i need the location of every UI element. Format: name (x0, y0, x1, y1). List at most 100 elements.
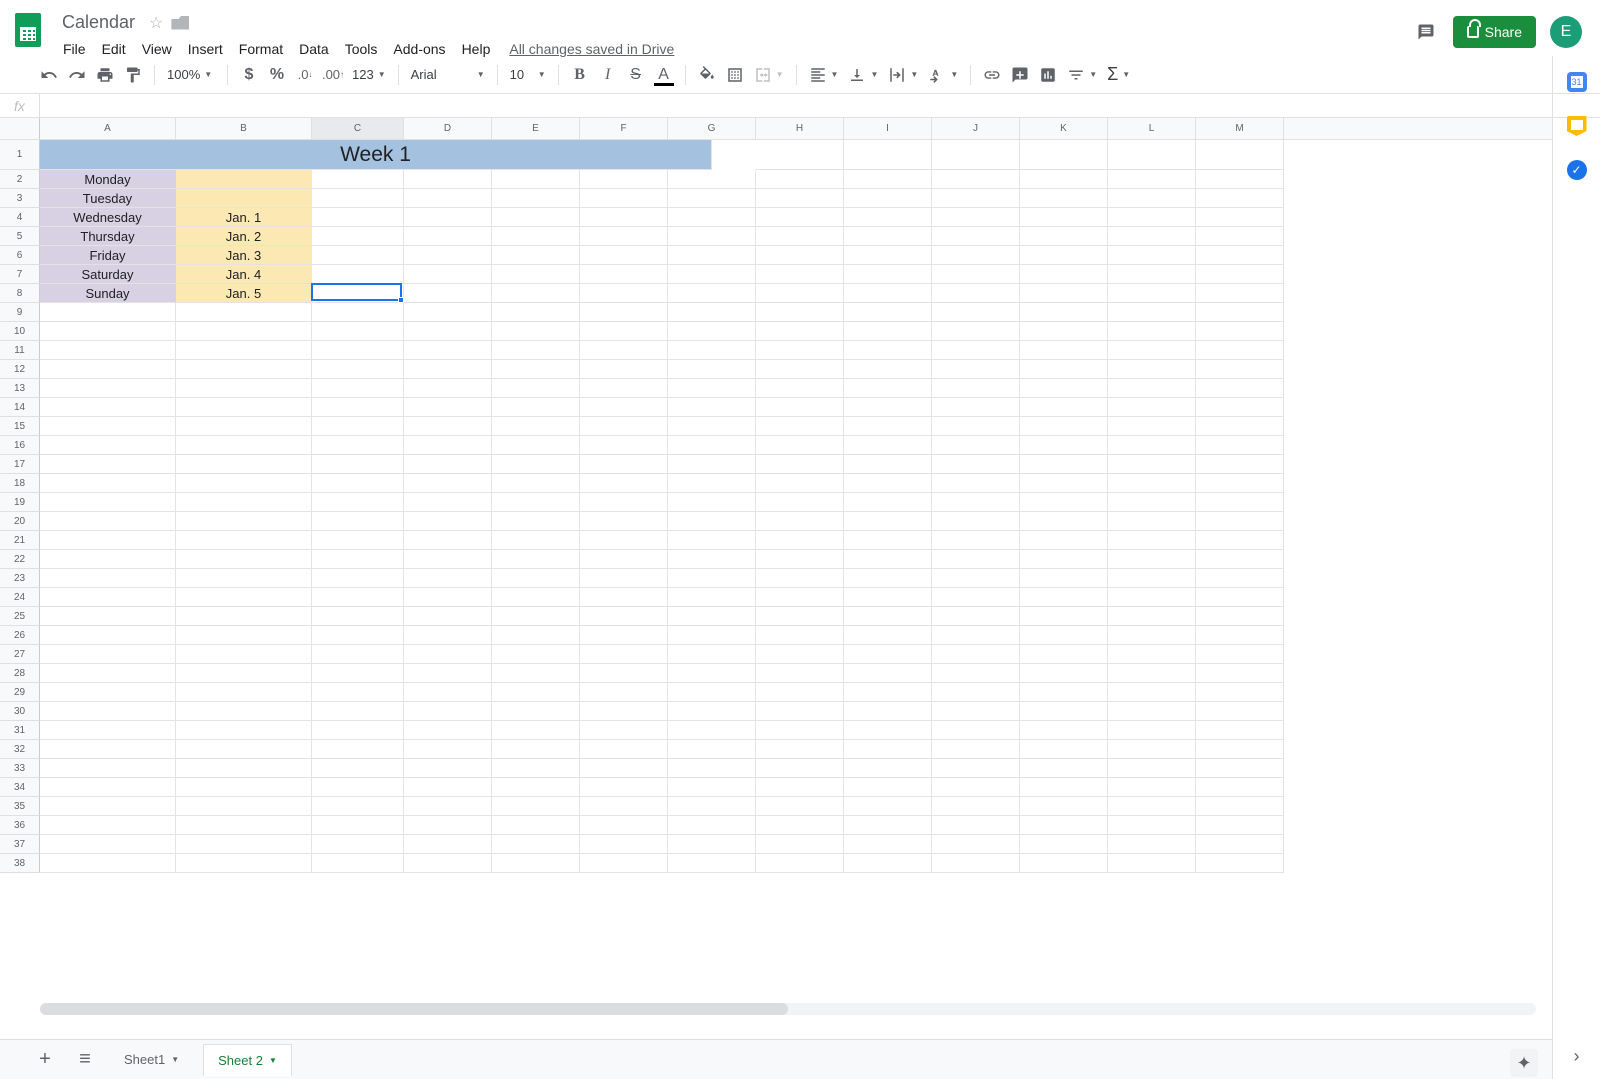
cell-J32[interactable] (932, 740, 1020, 759)
cell-A21[interactable] (40, 531, 176, 550)
text-wrap-button[interactable]: ▼ (884, 66, 922, 84)
cell-D37[interactable] (404, 835, 492, 854)
cell-A18[interactable] (40, 474, 176, 493)
cell-J8[interactable] (932, 284, 1020, 303)
cell-C36[interactable] (312, 816, 404, 835)
cell-C23[interactable] (312, 569, 404, 588)
cell-B11[interactable] (176, 341, 312, 360)
cell-G26[interactable] (668, 626, 756, 645)
cell-H21[interactable] (756, 531, 844, 550)
cell-A17[interactable] (40, 455, 176, 474)
menu-format[interactable]: Format (232, 37, 290, 61)
cell-D28[interactable] (404, 664, 492, 683)
cell-L12[interactable] (1108, 360, 1196, 379)
cell-B12[interactable] (176, 360, 312, 379)
cell-K27[interactable] (1020, 645, 1108, 664)
cell-G6[interactable] (668, 246, 756, 265)
cell-D17[interactable] (404, 455, 492, 474)
row-header-5[interactable]: 5 (0, 227, 40, 246)
cell-E25[interactable] (492, 607, 580, 626)
cell-B36[interactable] (176, 816, 312, 835)
cell-E22[interactable] (492, 550, 580, 569)
strikethrough-button[interactable]: S (623, 62, 649, 88)
cell-K3[interactable] (1020, 189, 1108, 208)
cell-M15[interactable] (1196, 417, 1284, 436)
cell-K13[interactable] (1020, 379, 1108, 398)
cell-B15[interactable] (176, 417, 312, 436)
cell-B2[interactable] (176, 170, 312, 189)
cell-F26[interactable] (580, 626, 668, 645)
cell-A20[interactable] (40, 512, 176, 531)
cell-L6[interactable] (1108, 246, 1196, 265)
cell-C7[interactable] (312, 265, 404, 284)
percent-button[interactable]: % (264, 62, 290, 88)
cell-D32[interactable] (404, 740, 492, 759)
cell-K9[interactable] (1020, 303, 1108, 322)
borders-button[interactable] (722, 62, 748, 88)
row-header-29[interactable]: 29 (0, 683, 40, 702)
cell-G18[interactable] (668, 474, 756, 493)
cell-I31[interactable] (844, 721, 932, 740)
cell-I5[interactable] (844, 227, 932, 246)
cell-L31[interactable] (1108, 721, 1196, 740)
cell-I22[interactable] (844, 550, 932, 569)
cell-F19[interactable] (580, 493, 668, 512)
cell-J25[interactable] (932, 607, 1020, 626)
row-header-2[interactable]: 2 (0, 170, 40, 189)
cell-H5[interactable] (756, 227, 844, 246)
cell-D21[interactable] (404, 531, 492, 550)
row-header-35[interactable]: 35 (0, 797, 40, 816)
cell-M22[interactable] (1196, 550, 1284, 569)
cell-L36[interactable] (1108, 816, 1196, 835)
cell-B5[interactable]: Jan. 2 (176, 227, 312, 246)
cell-E32[interactable] (492, 740, 580, 759)
cell-H32[interactable] (756, 740, 844, 759)
increase-decimal-button[interactable]: .00↑ (320, 62, 346, 88)
cell-B30[interactable] (176, 702, 312, 721)
cell-G11[interactable] (668, 341, 756, 360)
cell-L30[interactable] (1108, 702, 1196, 721)
cell-D26[interactable] (404, 626, 492, 645)
cell-I12[interactable] (844, 360, 932, 379)
cell-E35[interactable] (492, 797, 580, 816)
cell-H33[interactable] (756, 759, 844, 778)
cell-M21[interactable] (1196, 531, 1284, 550)
row-header-23[interactable]: 23 (0, 569, 40, 588)
horizontal-align-button[interactable]: ▼ (805, 66, 843, 84)
cell-C3[interactable] (312, 189, 404, 208)
cell-G23[interactable] (668, 569, 756, 588)
cell-B23[interactable] (176, 569, 312, 588)
cell-D5[interactable] (404, 227, 492, 246)
row-header-8[interactable]: 8 (0, 284, 40, 303)
cell-B14[interactable] (176, 398, 312, 417)
cell-D15[interactable] (404, 417, 492, 436)
cell-A32[interactable] (40, 740, 176, 759)
cell-E26[interactable] (492, 626, 580, 645)
cell-M13[interactable] (1196, 379, 1284, 398)
cell-L18[interactable] (1108, 474, 1196, 493)
undo-button[interactable] (36, 62, 62, 88)
cell-G24[interactable] (668, 588, 756, 607)
cell-E12[interactable] (492, 360, 580, 379)
formula-input[interactable] (40, 94, 1600, 117)
cell-A13[interactable] (40, 379, 176, 398)
cell-D16[interactable] (404, 436, 492, 455)
cell-C6[interactable] (312, 246, 404, 265)
cell-G2[interactable] (668, 170, 756, 189)
cell-H30[interactable] (756, 702, 844, 721)
cell-D14[interactable] (404, 398, 492, 417)
cell-C37[interactable] (312, 835, 404, 854)
cell-D35[interactable] (404, 797, 492, 816)
column-header-K[interactable]: K (1020, 118, 1108, 139)
cell-G36[interactable] (668, 816, 756, 835)
cell-G31[interactable] (668, 721, 756, 740)
cell-L4[interactable] (1108, 208, 1196, 227)
cell-D8[interactable] (404, 284, 492, 303)
cell-G21[interactable] (668, 531, 756, 550)
row-header-12[interactable]: 12 (0, 360, 40, 379)
cell-L33[interactable] (1108, 759, 1196, 778)
cell-A24[interactable] (40, 588, 176, 607)
cell-K34[interactable] (1020, 778, 1108, 797)
cell-K21[interactable] (1020, 531, 1108, 550)
cell-E21[interactable] (492, 531, 580, 550)
